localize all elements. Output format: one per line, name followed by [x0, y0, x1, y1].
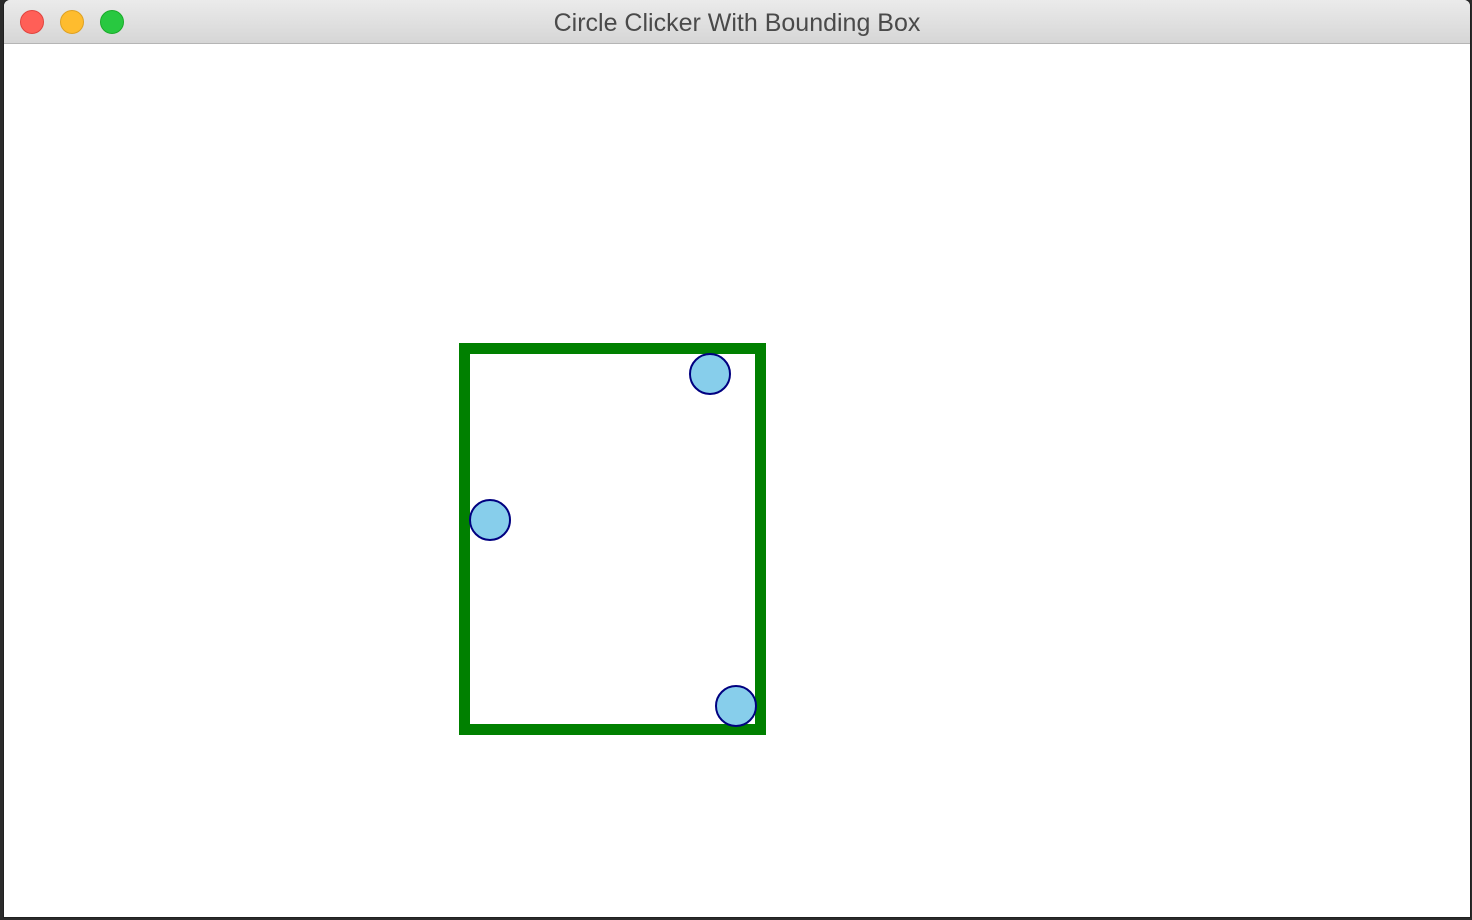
circle-left[interactable]: [469, 499, 511, 541]
drawing-canvas[interactable]: [4, 44, 1470, 917]
circle-bottom-right[interactable]: [715, 685, 757, 727]
bounding-box: [459, 343, 766, 735]
window-title: Circle Clicker With Bounding Box: [553, 9, 921, 37]
title-bar[interactable]: Circle Clicker With Bounding Box: [4, 0, 1470, 44]
app-window: Circle Clicker With Bounding Box: [4, 0, 1470, 917]
circle-top-right[interactable]: [689, 353, 731, 395]
canvas-svg: [459, 343, 766, 735]
